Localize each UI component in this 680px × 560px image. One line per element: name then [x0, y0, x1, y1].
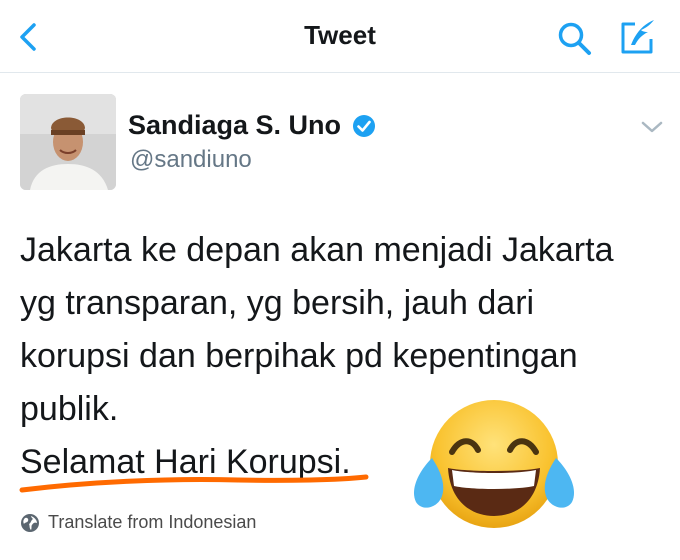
globe-icon [21, 514, 39, 532]
author-handle[interactable]: @sandiuno [130, 146, 252, 174]
compose-tweet-button[interactable] [618, 18, 658, 56]
tweet-text-line: korupsi dan berpihak pd kepentingan [20, 337, 578, 375]
search-icon [558, 22, 591, 55]
chevron-down-icon[interactable] [640, 118, 664, 136]
face-with-tears-of-joy-emoji [413, 400, 575, 528]
compose-icon [621, 20, 654, 54]
navigation-bar: Tweet [0, 0, 680, 73]
verified-badge-icon [353, 115, 375, 137]
tweet-text-line: yg transparan, yg bersih, jauh dari [20, 284, 535, 322]
translate-label: Translate from Indonesian [48, 512, 257, 532]
avatar[interactable] [20, 94, 116, 190]
profile-photo [20, 94, 116, 190]
tweet-text-line: Jakarta ke depan akan menjadi Jakarta [20, 231, 614, 269]
search-button[interactable] [556, 20, 594, 56]
author-display-name[interactable]: Sandiaga S. Uno [128, 110, 341, 141]
highlight-underline [19, 474, 369, 493]
